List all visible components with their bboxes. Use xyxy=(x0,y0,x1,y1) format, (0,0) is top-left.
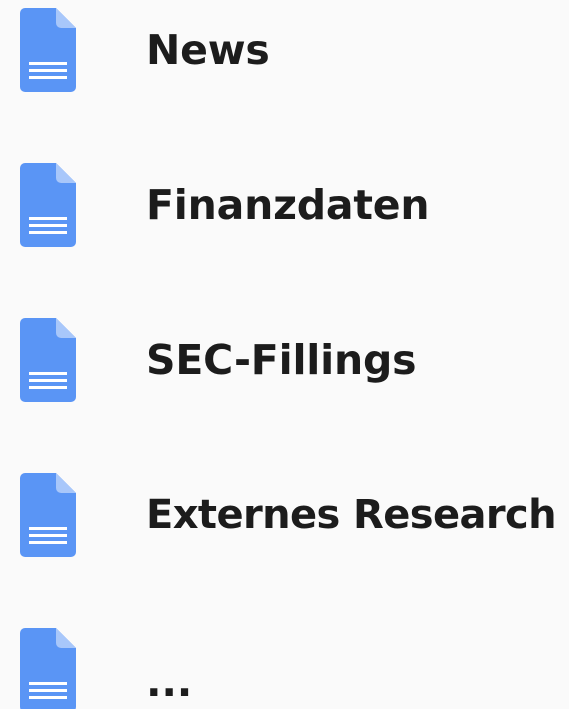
list-item-label: Finanzdaten xyxy=(146,181,430,229)
list-item-label: Externes Research xyxy=(146,492,557,538)
list-item[interactable]: Externes Research xyxy=(0,470,569,560)
document-icon xyxy=(20,473,76,557)
document-icon xyxy=(20,628,76,709)
list-item[interactable]: ... xyxy=(0,625,569,709)
document-icon xyxy=(20,8,76,92)
file-list: News Finanzdaten SEC-Fillings Externes R… xyxy=(0,0,569,709)
list-item[interactable]: News xyxy=(0,5,569,95)
list-item-label: News xyxy=(146,26,270,74)
list-item-label: SEC-Fillings xyxy=(146,336,417,384)
list-item[interactable]: SEC-Fillings xyxy=(0,315,569,405)
document-icon xyxy=(20,318,76,402)
list-item[interactable]: Finanzdaten xyxy=(0,160,569,250)
list-item-label: ... xyxy=(146,658,193,706)
document-icon xyxy=(20,163,76,247)
